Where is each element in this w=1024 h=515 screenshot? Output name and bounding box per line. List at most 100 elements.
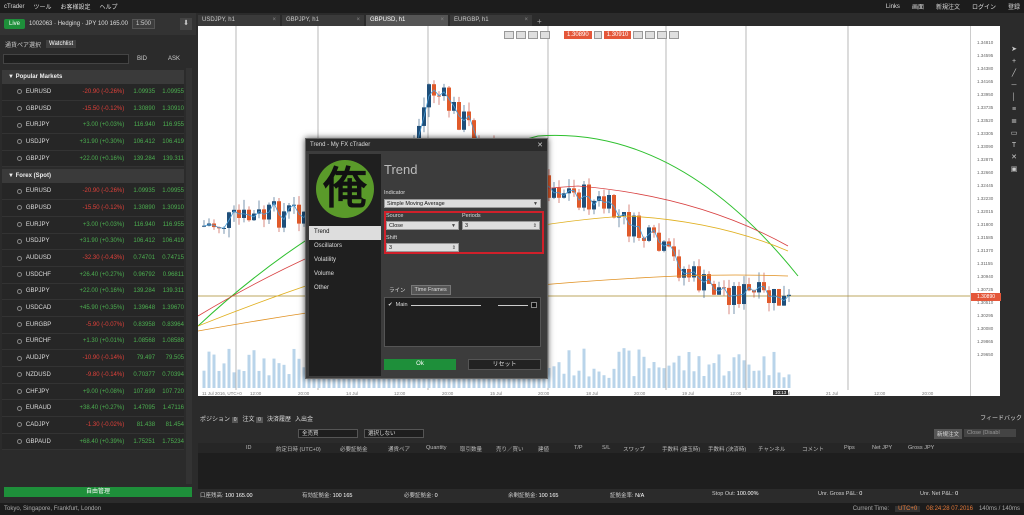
ask-price[interactable]: 107.720 <box>155 389 184 395</box>
column-header[interactable]: 取引数量 <box>460 445 482 453</box>
ok-button[interactable]: Ok <box>384 359 456 370</box>
line-style-select[interactable] <box>410 304 481 306</box>
cursor-icon[interactable]: ➤ <box>1010 46 1018 54</box>
menu-help[interactable]: ヘルプ <box>99 2 117 11</box>
ask-price[interactable]: 0.96811 <box>155 272 184 278</box>
periods-stepper[interactable]: 3 ⇕ <box>462 221 540 230</box>
symbol-row[interactable]: AUDUSD -32.30 (-0.43%) 0.74701 0.74715 <box>2 250 184 267</box>
bid-price[interactable]: 106.412 <box>124 238 155 244</box>
template-icon[interactable] <box>657 31 668 39</box>
column-header[interactable]: S/L <box>602 445 610 451</box>
column-header[interactable]: Net JPY <box>872 445 892 451</box>
radio-icon[interactable] <box>17 106 22 112</box>
bid-price[interactable]: 1.08568 <box>124 338 155 344</box>
symbol-row[interactable]: EURCHF +1.30 (+0.01%) 1.08568 1.08588 <box>2 333 184 351</box>
rect-icon[interactable]: ▭ <box>1010 130 1018 138</box>
nav-volume[interactable]: Volume <box>309 268 381 282</box>
tab-history[interactable]: 決済履歴 <box>267 414 291 423</box>
tab-positions[interactable]: ポジション 0 <box>200 414 239 423</box>
nav-volatility[interactable]: Volatility <box>309 254 381 268</box>
close-icon[interactable]: × <box>440 17 444 23</box>
ask-price[interactable]: 106.419 <box>155 238 184 244</box>
column-header[interactable]: 手数料 (建玉時) <box>662 445 700 453</box>
bid-price[interactable]: 1.75251 <box>124 439 155 445</box>
radio-icon[interactable] <box>17 338 22 344</box>
column-header[interactable]: Pips <box>844 445 855 451</box>
column-header[interactable]: Gross JPY <box>908 445 934 451</box>
radio-icon[interactable] <box>17 205 22 211</box>
line-width-select[interactable] <box>497 304 528 306</box>
zoom-in-icon[interactable] <box>516 31 526 39</box>
section-header[interactable]: ▼ Popular Markets <box>2 70 184 84</box>
new-order-button[interactable]: 新規注文 <box>933 429 962 439</box>
ask-price[interactable]: 1.39670 <box>155 305 184 311</box>
symbol-row[interactable]: USDCHF +26.40 (+0.27%) 0.96792 0.96811 <box>2 266 184 284</box>
menu-settings[interactable]: お客様設定 <box>60 2 90 11</box>
symbol-row[interactable]: EURJPY +3.00 (+0.03%) 116.940 116.955 <box>2 117 184 135</box>
reset-button[interactable]: リセット <box>468 359 541 370</box>
tab-gbpusd[interactable]: GBPUSD, h1 × <box>366 15 448 26</box>
column-header[interactable]: 通貨ペア <box>388 445 410 453</box>
ask-price[interactable]: 79.505 <box>155 355 184 361</box>
watchlist-search-input[interactable] <box>3 54 129 64</box>
tab-time-frames[interactable]: Time Frames <box>410 285 451 295</box>
ask-price[interactable]: 116.955 <box>155 222 184 228</box>
trade-filter-select[interactable]: 全売買 <box>298 428 358 438</box>
tab-gbpjpy[interactable]: GBPJPY, h1 × <box>282 15 364 26</box>
screenshot-icon[interactable] <box>669 31 680 39</box>
nav-trend[interactable]: Trend <box>309 226 381 240</box>
menu-new-order[interactable]: 新規注文 <box>936 2 960 11</box>
close-icon[interactable]: ✕ <box>537 141 543 149</box>
close-icon[interactable]: × <box>272 17 276 23</box>
bid-price[interactable]: 0.70377 <box>124 372 155 378</box>
bid-price[interactable]: 1.39648 <box>124 305 155 311</box>
indicator-select[interactable]: Simple Moving Average ▼ <box>384 199 541 208</box>
column-header[interactable]: 建値 <box>538 445 549 453</box>
nav-oscillators[interactable]: Oscillators <box>309 240 381 254</box>
radio-icon[interactable] <box>17 139 22 145</box>
symbol-row[interactable]: GBPJPY +22.00 (+0.16%) 139.284 139.311 <box>2 283 184 301</box>
vline-icon[interactable]: │ <box>1010 94 1018 102</box>
download-icon[interactable]: ⬇ <box>180 18 192 30</box>
settings-icon[interactable] <box>540 31 550 39</box>
symbol-row[interactable]: CHFJPY +9.00 (+0.08%) 107.699 107.720 <box>2 383 184 401</box>
symbol-row[interactable]: USDCAD +45.90 (+0.35%) 1.39648 1.39670 <box>2 300 184 317</box>
radio-icon[interactable] <box>17 272 22 278</box>
radio-icon[interactable] <box>17 238 22 244</box>
leverage-select[interactable]: 1:500 <box>131 19 155 29</box>
column-header[interactable]: 必要証拠金 <box>340 445 368 453</box>
menu-links[interactable]: Links <box>886 4 900 10</box>
bid-price[interactable]: 0.96792 <box>124 272 155 278</box>
ask-price[interactable]: 1.08588 <box>155 338 184 344</box>
radio-icon[interactable] <box>17 222 22 228</box>
eraser-icon[interactable]: ✕ <box>1010 154 1018 162</box>
menu-login[interactable]: ログイン <box>972 2 996 11</box>
app-name[interactable]: cTrader <box>4 4 24 10</box>
timezone-select[interactable]: UTC+0 <box>895 506 921 512</box>
menu-screen[interactable]: 画面 <box>912 2 924 11</box>
drawing-icon[interactable] <box>645 31 656 39</box>
symbol-row[interactable]: EURGBP -5.90 (-0.07%) 0.83958 0.83964 <box>2 316 184 334</box>
ask-price-button[interactable]: 1.30910 <box>603 31 632 39</box>
close-selected-button[interactable]: Close (Disabl <box>964 429 1016 437</box>
ask-price[interactable]: 106.419 <box>155 139 184 145</box>
bid-price[interactable]: 139.284 <box>124 288 155 294</box>
bid-price[interactable]: 1.09935 <box>124 188 155 194</box>
bid-price[interactable]: 116.940 <box>124 222 155 228</box>
radio-icon[interactable] <box>17 389 22 395</box>
symbol-row[interactable]: GBPUSD -15.50 (-0.12%) 1.30890 1.30910 <box>2 100 184 118</box>
radio-icon[interactable] <box>17 305 22 311</box>
text-icon[interactable]: T <box>1010 142 1018 150</box>
symbol-row[interactable]: EURUSD -20.90 (-0.26%) 1.09935 1.09955 <box>2 84 184 101</box>
bid-price[interactable]: 0.83958 <box>124 322 155 328</box>
symbol-row[interactable]: EURUSD -20.90 (-0.26%) 1.09935 1.09955 <box>2 183 184 201</box>
ask-price[interactable]: 1.75234 <box>155 439 184 445</box>
nav-other[interactable]: Other <box>309 282 381 296</box>
radio-icon[interactable] <box>17 355 22 361</box>
radio-icon[interactable] <box>17 89 22 95</box>
ask-price[interactable]: 139.311 <box>155 288 184 294</box>
column-header[interactable]: T/P <box>574 445 583 451</box>
radio-icon[interactable] <box>17 156 22 162</box>
ask-price[interactable]: 0.83964 <box>155 322 184 328</box>
tab-eurgbp[interactable]: EURGBP, h1 × <box>450 15 532 26</box>
